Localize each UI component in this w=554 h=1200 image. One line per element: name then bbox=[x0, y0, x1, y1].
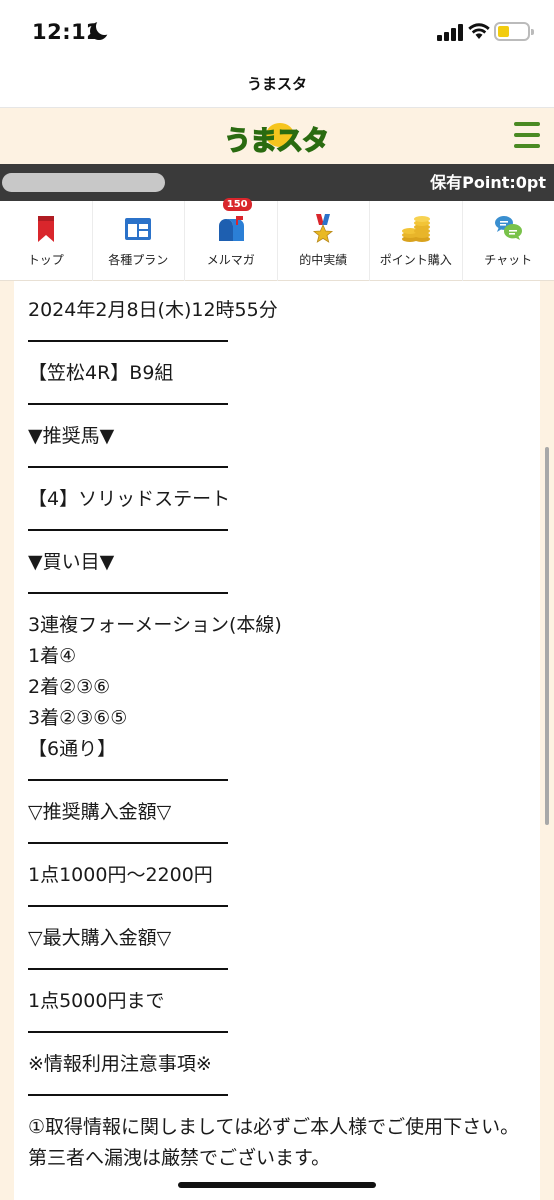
bet-first: 1着④ bbox=[28, 645, 77, 667]
mailmag-count-badge: 150 bbox=[222, 198, 252, 211]
logo-text: うまスタ bbox=[224, 126, 328, 157]
recommended-amount-heading: ▽推奨購入金額▽ bbox=[28, 801, 172, 823]
bet-second: 2着②③⑥ bbox=[28, 676, 111, 698]
post-date: 2024年2月8日(木)12時55分 bbox=[28, 299, 278, 321]
site-header: うまスタ bbox=[0, 108, 554, 164]
recommended-horse-heading: ▼推奨馬▼ bbox=[28, 425, 115, 447]
page-scrollbar[interactable] bbox=[545, 447, 549, 825]
nav-item-buy-points[interactable]: ポイント購入 bbox=[370, 201, 463, 281]
mailbox-icon bbox=[218, 216, 244, 241]
nav-label: チャット bbox=[484, 253, 533, 267]
bookmark-icon bbox=[37, 216, 54, 242]
chat-icon bbox=[495, 216, 523, 240]
nav-label: ポイント購入 bbox=[379, 253, 452, 267]
point-bar: 保有Point:0pt bbox=[0, 164, 554, 201]
main-nav: トップ 各種プラン 150 メルマガ 的中実績 ポイント購入 チャット bbox=[0, 198, 554, 281]
recommended-amount: 1点1000円〜2200円 bbox=[28, 864, 213, 886]
nav-item-chat[interactable]: チャット bbox=[463, 201, 554, 281]
browser-page-title: うまスタ bbox=[0, 62, 554, 108]
notice-item-1: ①取得情報に関しましては必ずご本人様でご使用下さい。第三者へ漏洩は厳禁でございま… bbox=[28, 1116, 520, 1169]
divider bbox=[28, 968, 228, 970]
article-body: 2024年2月8日(木)12時55分 【笠松4R】B9組 ▼推奨馬▼ 【4】ソリ… bbox=[14, 281, 540, 1200]
race-title: 【笠松4R】B9組 bbox=[28, 362, 174, 384]
username-placeholder bbox=[2, 173, 165, 192]
bet-combinations: 【6通り】 bbox=[28, 738, 117, 760]
points-balance: 保有Point:0pt bbox=[430, 173, 546, 192]
recommended-horse: 【4】ソリッドステート bbox=[28, 488, 231, 510]
coins-icon bbox=[401, 216, 430, 242]
divider bbox=[28, 1094, 228, 1096]
max-amount-heading: ▽最大購入金額▽ bbox=[28, 927, 172, 949]
nav-label: メルマガ bbox=[206, 253, 255, 267]
site-logo[interactable]: うまスタ bbox=[210, 119, 342, 159]
divider bbox=[28, 905, 228, 907]
nav-item-plans[interactable]: 各種プラン bbox=[93, 201, 185, 281]
divider bbox=[28, 529, 228, 531]
max-amount: 1点5000円まで bbox=[28, 990, 165, 1012]
nav-label: 的中実績 bbox=[299, 253, 348, 267]
nav-item-top[interactable]: トップ bbox=[0, 201, 93, 281]
divider bbox=[28, 592, 228, 594]
status-bar: 12:12 bbox=[0, 0, 554, 62]
nav-item-mailmag[interactable]: 150 メルマガ bbox=[185, 198, 278, 281]
battery-icon bbox=[494, 22, 534, 41]
cellular-signal-icon bbox=[437, 24, 463, 41]
notice-heading: ※情報利用注意事項※ bbox=[28, 1053, 212, 1075]
nav-item-results[interactable]: 的中実績 bbox=[278, 201, 370, 281]
divider bbox=[28, 466, 228, 468]
nav-label: トップ bbox=[27, 253, 64, 267]
divider bbox=[28, 340, 228, 342]
menu-hamburger-icon[interactable] bbox=[514, 122, 540, 148]
plan-icon bbox=[125, 218, 152, 240]
wifi-icon bbox=[468, 23, 490, 39]
bet-type: 3連複フォーメーション(本線) bbox=[28, 614, 282, 636]
nav-label: 各種プラン bbox=[108, 253, 169, 267]
article-content: 2024年2月8日(木)12時55分 【笠松4R】B9組 ▼推奨馬▼ 【4】ソリ… bbox=[28, 295, 528, 1174]
bet-third: 3着②③⑥⑤ bbox=[28, 707, 128, 729]
bets-heading: ▼買い目▼ bbox=[28, 551, 115, 573]
divider bbox=[28, 842, 228, 844]
home-indicator[interactable] bbox=[178, 1182, 376, 1188]
divider bbox=[28, 1031, 228, 1033]
divider bbox=[28, 403, 228, 405]
divider bbox=[28, 779, 228, 781]
medal-icon bbox=[313, 214, 334, 243]
moon-icon bbox=[90, 18, 113, 40]
